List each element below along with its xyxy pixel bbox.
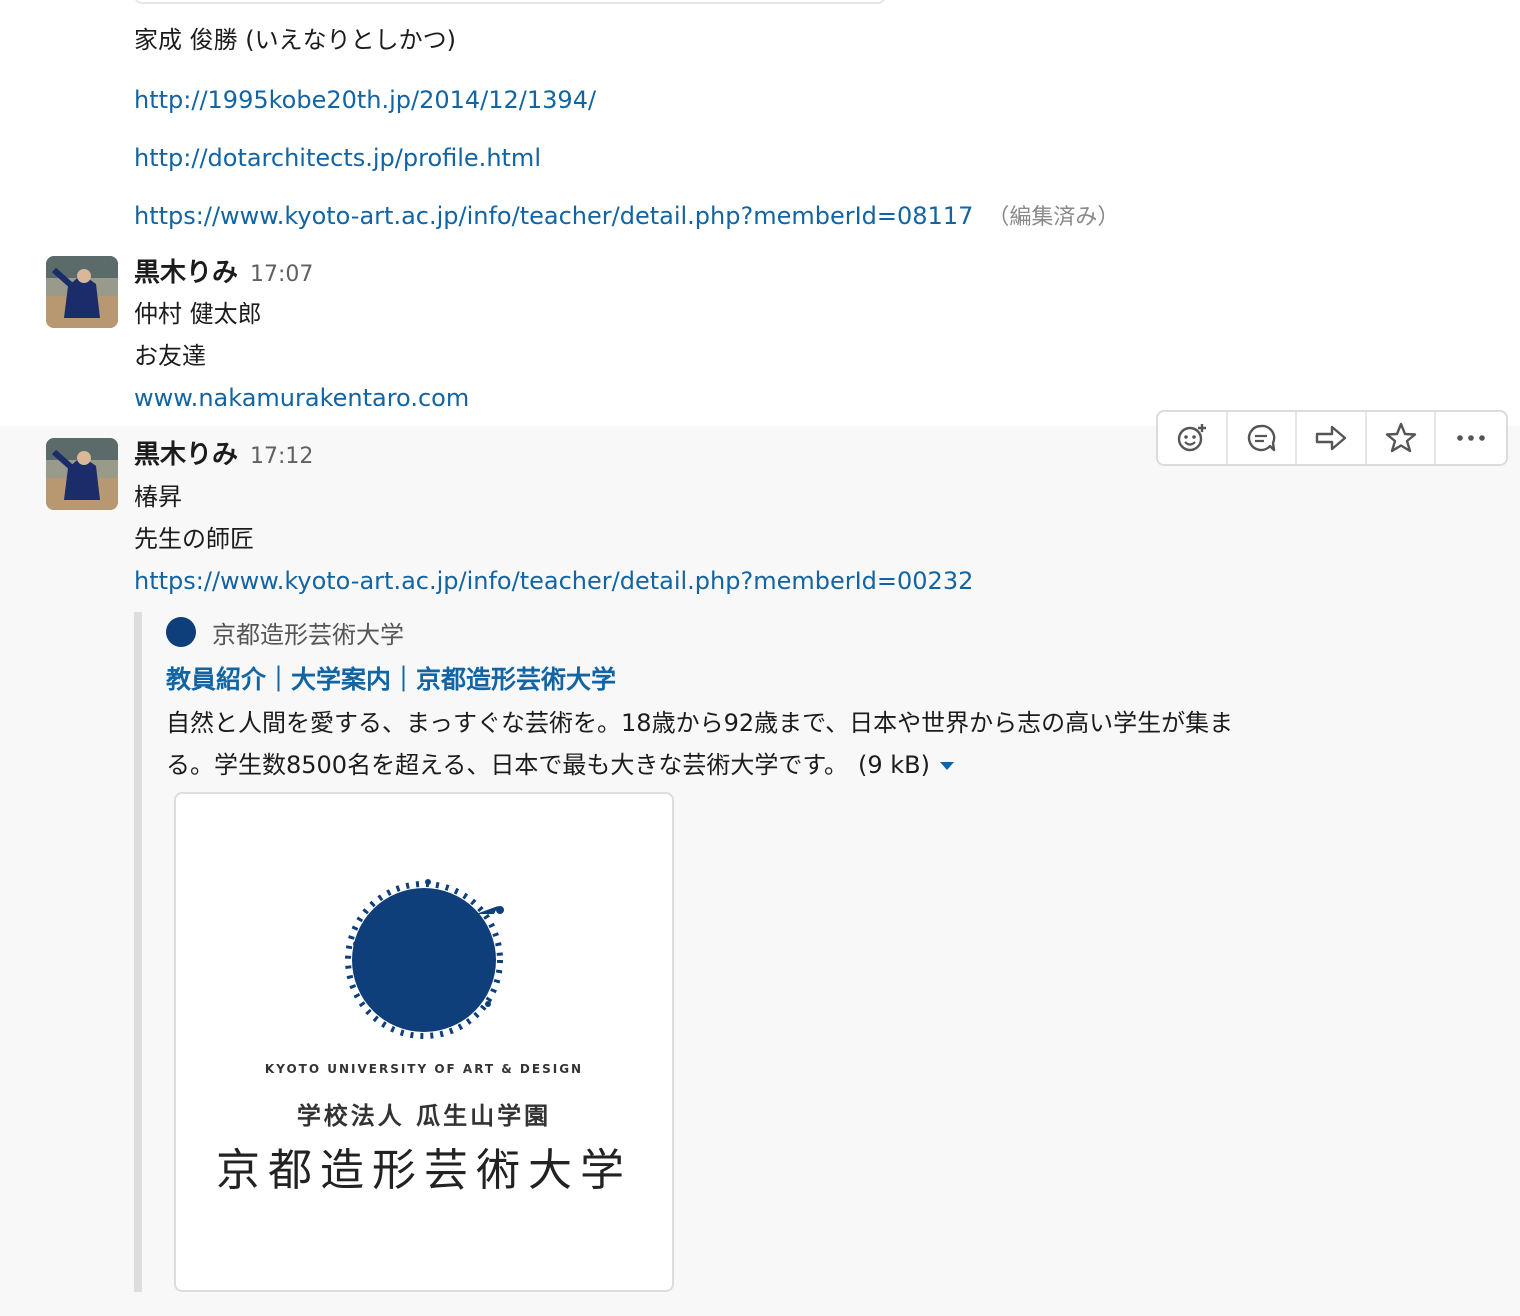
star-icon	[1385, 422, 1416, 453]
share-message-button[interactable]	[1297, 412, 1367, 464]
add-reaction-icon	[1177, 424, 1206, 452]
message-text: 仲村 健太郎	[134, 300, 262, 328]
message-body: 椿昇 先生の師匠 https://www.kyoto-art.ac.jp/inf…	[134, 476, 973, 602]
message-text: お友達	[134, 342, 206, 370]
unfurl-image[interactable]: KYOTO UNIVERSITY OF ART & DESIGN 学校法人 瓜生…	[174, 792, 674, 1292]
logo-english-name: KYOTO UNIVERSITY OF ART & DESIGN	[264, 1062, 584, 1076]
message-text: 椿昇	[134, 483, 182, 511]
collapse-caret-icon[interactable]	[939, 762, 954, 770]
unfurl-size: (9 kB)	[857, 751, 930, 779]
more-icon	[1457, 435, 1486, 441]
unfurl-description-text: 自然と人間を愛する、まっすぐな芸術を。18歳から92歳まで、日本や世界から志の高…	[166, 709, 1234, 779]
message-line: 家成 俊勝 (いえなりとしかつ)	[134, 24, 456, 56]
message-header: 黒木りみ 17:12	[134, 438, 313, 472]
message-link[interactable]: http://dotarchitects.jp/profile.html	[134, 144, 541, 172]
unfurl-title[interactable]: 教員紹介｜大学案内｜京都造形芸術大学	[166, 658, 1274, 702]
avatar[interactable]	[46, 256, 118, 328]
reply-in-thread-button[interactable]	[1228, 412, 1298, 464]
message-link[interactable]: http://1995kobe20th.jp/2014/12/1394/	[134, 86, 596, 114]
unfurl-title-link[interactable]: 教員紹介｜大学案内｜京都造形芸術大学	[166, 665, 616, 694]
avatar[interactable]	[46, 438, 118, 510]
share-icon	[1315, 425, 1347, 451]
previous-attachment-edge	[134, 0, 886, 4]
message-link[interactable]: www.nakamurakentaro.com	[134, 384, 469, 412]
reply-thread-icon	[1248, 424, 1276, 452]
logo-corporation-name: 学校法人 瓜生山学園	[296, 1102, 552, 1130]
unfurl-description: 自然と人間を愛する、まっすぐな芸術を。18歳から92歳まで、日本や世界から志の高…	[166, 702, 1276, 786]
message: 黒木りみ 17:07 仲村 健太郎 お友達 www.nakamurakentar…	[0, 248, 1520, 426]
logo-university-name: 京都造形芸術大学	[216, 1145, 632, 1196]
service-name: 京都造形芸術大学	[212, 620, 404, 649]
timestamp[interactable]: 17:12	[250, 444, 313, 469]
message-text: 家成 俊勝 (いえなりとしかつ)	[134, 26, 456, 54]
sender-name[interactable]: 黒木りみ	[134, 256, 238, 290]
star-message-button[interactable]	[1367, 412, 1437, 464]
message-link[interactable]: https://www.kyoto-art.ac.jp/info/teacher…	[134, 567, 973, 595]
service-icon	[166, 617, 196, 647]
message-body: 仲村 健太郎 お友達 www.nakamurakentaro.com	[134, 293, 469, 419]
ink-splash-logo	[345, 879, 504, 1039]
add-reaction-button[interactable]	[1158, 412, 1228, 464]
timestamp[interactable]: 17:07	[250, 262, 313, 287]
link-unfurl: 京都造形芸術大学 教員紹介｜大学案内｜京都造形芸術大学 自然と人間を愛する、まっ…	[134, 612, 1274, 1292]
edited-label: （編集済み）	[987, 205, 1120, 230]
message-line: http://dotarchitects.jp/profile.html	[134, 142, 541, 174]
unfurl-service: 京都造形芸術大学	[166, 612, 1274, 652]
message-actions-toolbar	[1156, 410, 1508, 466]
sender-name[interactable]: 黒木りみ	[134, 438, 238, 472]
more-actions-button[interactable]	[1436, 412, 1506, 464]
message-text: 先生の師匠	[134, 525, 254, 553]
message-line: https://www.kyoto-art.ac.jp/info/teacher…	[134, 200, 1119, 234]
message-link[interactable]: https://www.kyoto-art.ac.jp/info/teacher…	[134, 202, 973, 230]
message-line: http://1995kobe20th.jp/2014/12/1394/	[134, 84, 596, 116]
message-header: 黒木りみ 17:07	[134, 256, 313, 290]
